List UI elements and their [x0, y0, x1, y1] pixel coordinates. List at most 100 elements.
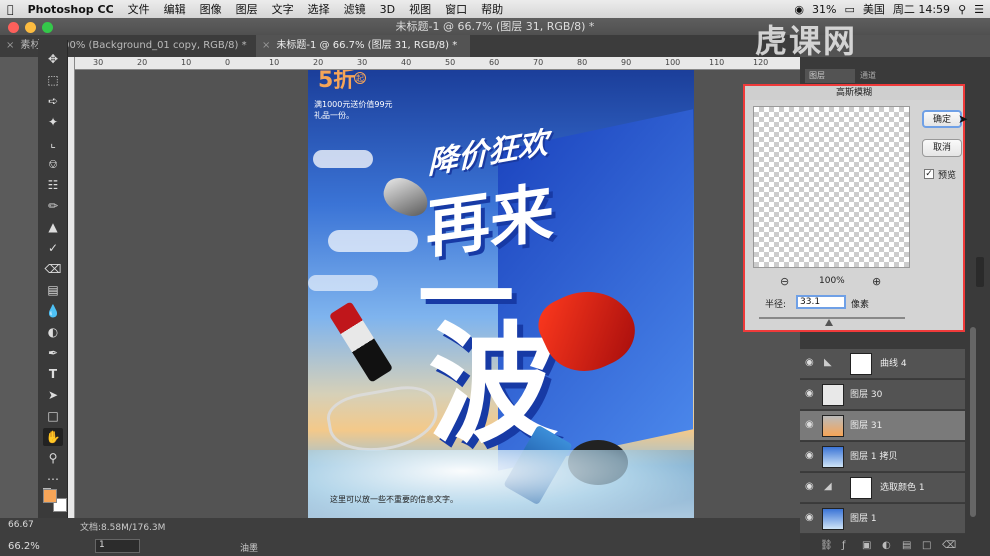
close-tab-icon[interactable]: ×	[6, 40, 14, 51]
hand-tool-icon[interactable]: ✋	[43, 428, 63, 446]
cancel-button[interactable]: 取消	[922, 139, 962, 157]
list-icon[interactable]: ☰	[974, 3, 984, 16]
battery-icon[interactable]: ▭	[844, 3, 854, 16]
blend-mode-label[interactable]: 油墨	[240, 541, 258, 554]
zoom-readout[interactable]: 66.67	[8, 520, 34, 530]
layer-thumbnail[interactable]	[822, 446, 844, 468]
layer-name[interactable]: 图层 30	[850, 380, 882, 410]
link-layers-icon[interactable]: ⛓	[820, 540, 833, 551]
close-tab-icon[interactable]: ×	[262, 40, 270, 51]
options-zoom[interactable]: 66.2%	[8, 541, 40, 552]
layer-row[interactable]: ◉ ◣ 曲线 4	[800, 349, 965, 379]
horizontal-ruler[interactable]: 30 20 10 0 10 20 30 40 50 60 70 80 90 10…	[75, 57, 800, 70]
input-method[interactable]: 美国	[863, 1, 885, 17]
magic-wand-tool-icon[interactable]: ✦	[43, 113, 63, 131]
menu-type[interactable]: 文字	[265, 1, 301, 17]
marquee-tool-icon[interactable]: ⬚	[43, 71, 63, 89]
layer-mask-thumbnail[interactable]	[850, 353, 872, 375]
menu-edit[interactable]: 编辑	[157, 1, 193, 17]
minimize-window-button[interactable]	[25, 22, 36, 33]
new-group-icon[interactable]: ▤	[902, 540, 911, 551]
panel-tab-channels[interactable]: 通道	[860, 69, 910, 83]
foreground-color-swatch[interactable]	[43, 489, 57, 503]
layer-name[interactable]: 图层 1	[850, 504, 877, 534]
layer-style-icon[interactable]: ƒ	[842, 540, 846, 551]
radius-input[interactable]: 33.1	[796, 295, 846, 309]
document-tab-bar: × 素材 @ 100% (Background_01 copy, RGB/8) *…	[0, 35, 800, 57]
ruler-tick: 30	[93, 58, 104, 67]
new-layer-icon[interactable]: □	[922, 540, 931, 551]
more-tools-icon[interactable]: ⋯	[43, 470, 63, 488]
layer-thumbnail[interactable]	[822, 415, 844, 437]
move-tool-icon[interactable]: ✥	[43, 50, 63, 68]
app-menu[interactable]: Photoshop CC	[21, 3, 121, 16]
eraser-tool-icon[interactable]: ⌫	[43, 260, 63, 278]
menu-layer[interactable]: 图层	[229, 1, 265, 17]
layer-row-selected[interactable]: ◉ 图层 31	[800, 411, 965, 441]
gradient-tool-icon[interactable]: ▤	[43, 281, 63, 299]
path-selection-tool-icon[interactable]: ➤	[43, 386, 63, 404]
pen-tool-icon[interactable]: ✒	[43, 344, 63, 362]
layer-mask-thumbnail[interactable]	[850, 477, 872, 499]
delete-layer-icon[interactable]: ⌫	[942, 540, 956, 551]
eye-icon[interactable]: ◉	[805, 513, 817, 523]
lasso-tool-icon[interactable]: ➪	[43, 92, 63, 110]
eye-icon[interactable]: ◉	[805, 482, 817, 492]
wifi-icon[interactable]: ◉	[794, 3, 804, 16]
layer-thumbnail[interactable]	[822, 508, 844, 530]
layer-thumbnail[interactable]	[822, 384, 844, 406]
menu-3d[interactable]: 3D	[373, 3, 402, 16]
menu-view[interactable]: 视图	[402, 1, 438, 17]
brush-tool-icon[interactable]: ✏	[43, 197, 63, 215]
preview-checkbox[interactable]: ✓	[924, 169, 934, 179]
adjustment-layer-icon[interactable]: ◐	[882, 540, 891, 551]
layer-name[interactable]: 图层 31	[850, 411, 882, 441]
rectangle-tool-icon[interactable]: □	[43, 407, 63, 425]
layer-row[interactable]: ◉ 图层 1	[800, 504, 965, 534]
dodge-tool-icon[interactable]: ◐	[43, 323, 63, 341]
blur-preview[interactable]	[753, 106, 910, 268]
blur-tool-icon[interactable]: 💧	[43, 302, 63, 320]
menu-filter[interactable]: 滤镜	[337, 1, 373, 17]
apple-menu-icon[interactable]: 	[0, 3, 21, 16]
history-brush-tool-icon[interactable]: ✓	[43, 239, 63, 257]
zoom-in-icon[interactable]: ⊕	[872, 275, 881, 288]
layer-row[interactable]: ◉ 图层 1 拷贝	[800, 442, 965, 472]
layer-name[interactable]: 曲线 4	[880, 349, 907, 379]
type-tool-icon[interactable]: T	[43, 365, 63, 383]
ruler-tick: 30	[357, 58, 368, 67]
eye-icon[interactable]: ◉	[805, 358, 817, 368]
layer-row[interactable]: ◉ ◢ 选取颜色 1	[800, 473, 965, 503]
menu-help[interactable]: 帮助	[474, 1, 510, 17]
menu-window[interactable]: 窗口	[438, 1, 474, 17]
search-icon[interactable]: ⚲	[958, 3, 966, 16]
layer-row[interactable]: ◉ 图层 30	[800, 380, 965, 410]
panel-collapse-handle[interactable]	[976, 257, 984, 287]
slider-thumb-icon[interactable]	[825, 319, 833, 326]
menu-select[interactable]: 选择	[301, 1, 337, 17]
add-mask-icon[interactable]: ▣	[862, 540, 871, 551]
zoom-window-button[interactable]	[42, 22, 53, 33]
poster-canvas[interactable]: 5折 起 满1000元送价值99元 礼品一份。 降价狂欢 再来 一 波 这里可以…	[308, 70, 694, 520]
crop-tool-icon[interactable]: ⌞	[43, 134, 63, 152]
layers-scrollbar[interactable]	[970, 327, 976, 517]
eyedropper-tool-icon[interactable]: ⎊	[43, 155, 63, 173]
menu-file[interactable]: 文件	[121, 1, 157, 17]
layer-name[interactable]: 图层 1 拷贝	[850, 442, 897, 472]
healing-brush-tool-icon[interactable]: ☷	[43, 176, 63, 194]
eye-icon[interactable]: ◉	[805, 420, 817, 430]
window-title: 未标题-1 @ 66.7% (图层 31, RGB/8) *	[395, 20, 595, 33]
menu-image[interactable]: 图像	[193, 1, 229, 17]
eye-icon[interactable]: ◉	[805, 389, 817, 399]
eye-icon[interactable]: ◉	[805, 451, 817, 461]
zoom-out-icon[interactable]: ⊖	[780, 275, 789, 288]
layer-name[interactable]: 选取颜色 1	[880, 473, 925, 503]
brush-size-field[interactable]: 1	[95, 539, 140, 553]
close-window-button[interactable]	[8, 22, 19, 33]
document-size[interactable]: 文档:8.58M/176.3M	[80, 520, 165, 533]
zoom-tool-icon[interactable]: ⚲	[43, 449, 63, 467]
panel-tab-layers[interactable]: 图层	[805, 69, 855, 83]
tab-untitled[interactable]: × 未标题-1 @ 66.7% (图层 31, RGB/8) *	[256, 35, 470, 57]
ok-button[interactable]: 确定	[922, 110, 962, 128]
clone-stamp-tool-icon[interactable]: ▲	[43, 218, 63, 236]
